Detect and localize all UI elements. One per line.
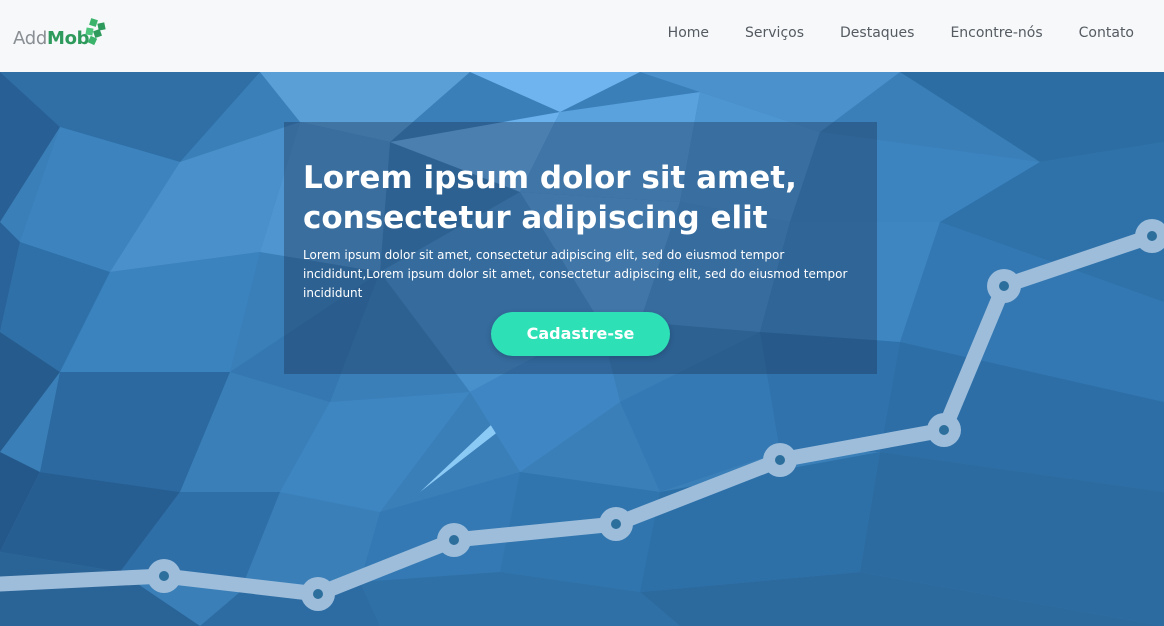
nav-destaques[interactable]: Destaques bbox=[840, 22, 914, 44]
hero-title-line2: consectetur adipiscing elit bbox=[303, 200, 768, 236]
brand-name-add: Add bbox=[13, 28, 47, 49]
brand-wordmark: AddMob bbox=[13, 28, 90, 49]
cubes-logo-icon bbox=[85, 18, 106, 46]
nav-encontre-nos[interactable]: Encontre-nós bbox=[950, 22, 1042, 44]
hero-title: Lorem ipsum dolor sit amet, consectetur a… bbox=[303, 158, 863, 238]
main-nav: Home Serviços Destaques Encontre-nós Con… bbox=[632, 22, 1134, 44]
navbar: AddMob Home Serviços Destaques Encontre-… bbox=[0, 0, 1164, 72]
nav-home[interactable]: Home bbox=[668, 22, 709, 44]
signup-button[interactable]: Cadastre-se bbox=[491, 312, 670, 356]
hero-description: Lorem ipsum dolor sit amet, consectetur … bbox=[303, 248, 848, 300]
hero-section: Lorem ipsum dolor sit amet, consectetur a… bbox=[0, 72, 1164, 626]
nav-servicos[interactable]: Serviços bbox=[745, 22, 804, 44]
hero-title-line1: Lorem ipsum dolor sit amet, bbox=[303, 160, 797, 196]
nav-contato[interactable]: Contato bbox=[1079, 22, 1134, 44]
hero-panel: Lorem ipsum dolor sit amet, consectetur a… bbox=[284, 122, 877, 374]
